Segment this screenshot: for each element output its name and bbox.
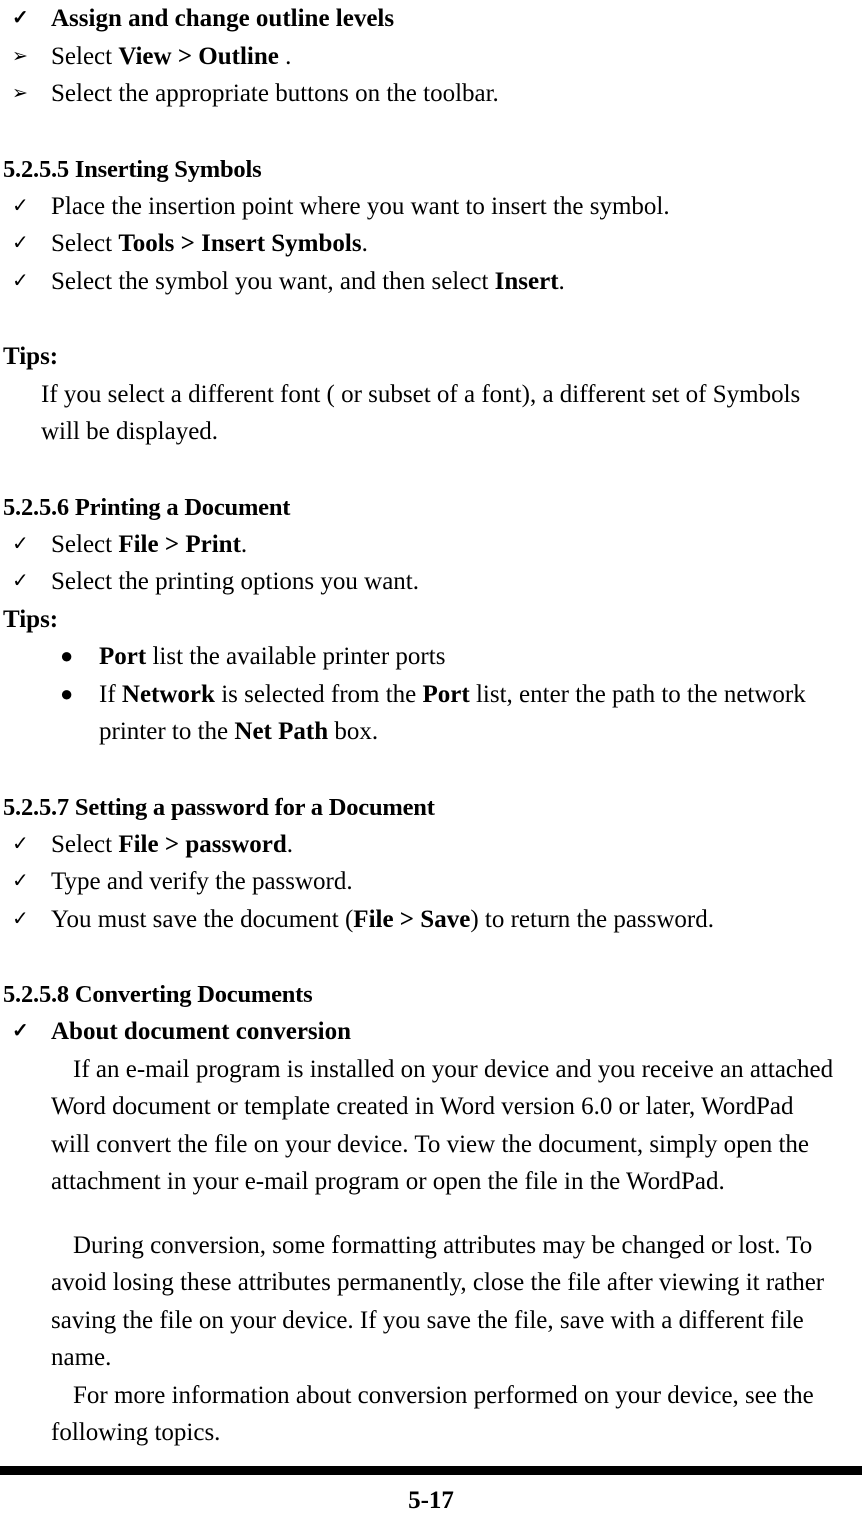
list-item-label: Select View > Outline .: [51, 42, 292, 70]
list-item: ✓ Select File > password.: [3, 826, 836, 864]
page-number: 5-17: [408, 1487, 454, 1514]
list-item: ● Port list the available printer ports: [3, 638, 836, 676]
checkmark-icon: ✓: [12, 194, 29, 217]
checkmark-icon: ✓: [12, 907, 29, 930]
list-item: ➢ Select the appropriate buttons on the …: [3, 75, 836, 113]
list-item: ✓ Type and verify the password.: [3, 863, 836, 901]
conversion-paragraph: For more information about conversion pe…: [51, 1381, 814, 1447]
checkmark-icon: ✓: [12, 532, 29, 555]
dot-bullet-icon: ●: [60, 643, 74, 668]
list-item: ✓ About document conversion: [3, 1013, 836, 1051]
checkmark-icon: ✓: [12, 832, 29, 855]
list-item: ✓ You must save the document (File > Sav…: [3, 901, 836, 939]
list-item-label: Select File > password.: [51, 830, 294, 858]
dot-bullet-icon: ●: [60, 680, 74, 706]
list-item: ✓ Select the printing options you want.: [3, 563, 836, 601]
list-item-label: Select the symbol you want, and then sel…: [51, 267, 565, 295]
checkmark-icon: ✓: [12, 1020, 29, 1042]
arrow-bullet-icon: ➢: [12, 45, 28, 67]
list-item: ✓ Place the insertion point where you wa…: [3, 188, 836, 226]
document-page: ✓ Assign and change outline levels ➢ Sel…: [0, 0, 862, 1519]
list-item-label: Type and verify the password.: [51, 868, 353, 895]
list-item-label: Select the printing options you want.: [51, 568, 420, 595]
list-item: ✓ Select Tools > Insert Symbols.: [3, 225, 836, 263]
list-item-label: Place the insertion point where you want…: [51, 192, 670, 220]
list-item-label: Select File > Print.: [51, 530, 248, 558]
tips-label: Tips:: [3, 343, 59, 370]
section-heading: 5.2.5.5 Inserting Symbols: [3, 155, 262, 183]
conversion-paragraph: During conversion, some formatting attri…: [51, 1231, 825, 1372]
tips-body: If you select a different font ( or subs…: [41, 380, 801, 446]
checkmark-icon: ✓: [12, 269, 29, 292]
list-item-label: Port list the available printer ports: [99, 643, 446, 670]
checkmark-icon: ✓: [12, 7, 29, 29]
list-item: ✓ Select File > Print.: [3, 526, 836, 564]
footer-divider: [0, 1466, 862, 1475]
list-item-label: About document conversion: [51, 1018, 352, 1045]
list-item-label: Select the appropriate buttons on the to…: [51, 80, 499, 107]
conversion-paragraph: If an e-mail program is installed on you…: [51, 1055, 834, 1196]
tips-label: Tips:: [3, 605, 59, 633]
checkmark-icon: ✓: [12, 232, 29, 254]
section-heading: 5.2.5.7 Setting a password for a Documen…: [3, 793, 435, 821]
list-item: ➢ Select View > Outline .: [3, 38, 836, 76]
list-item-label: Assign and change outline levels: [51, 5, 395, 32]
checkmark-icon: ✓: [12, 570, 29, 592]
checkmark-icon: ✓: [12, 870, 29, 892]
arrow-bullet-icon: ➢: [12, 83, 28, 104]
list-item: ✓ Select the symbol you want, and then s…: [3, 263, 836, 301]
section-heading: 5.2.5.6 Printing a Document: [3, 493, 291, 521]
list-item: ● If Network is selected from the Port l…: [3, 676, 836, 751]
list-item-label: Select Tools > Insert Symbols.: [51, 230, 368, 257]
list-item: ✓ Assign and change outline levels: [3, 0, 836, 38]
list-item-label: You must save the document (File > Save)…: [51, 905, 715, 933]
list-item-label: If Network is selected from the Port lis…: [99, 680, 806, 746]
section-heading: 5.2.5.8 Converting Documents: [3, 981, 313, 1008]
